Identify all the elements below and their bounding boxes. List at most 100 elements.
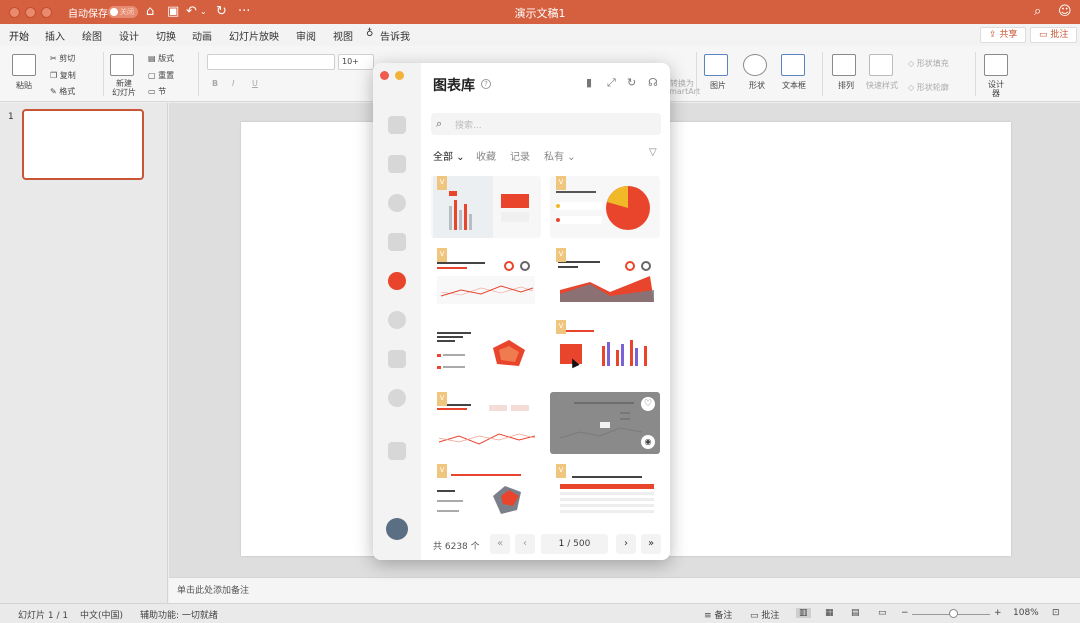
designer-icon[interactable] [984, 54, 1008, 76]
normal-view-icon[interactable]: ▥ [796, 608, 811, 618]
toolbox-icon[interactable] [388, 442, 406, 460]
shape-outline-button[interactable]: ◇ 形状轮廓 [908, 82, 949, 93]
brush-icon[interactable] [388, 389, 406, 407]
photo-icon[interactable] [388, 350, 406, 368]
fit-to-window-icon[interactable]: ⊡ [1052, 608, 1060, 618]
reading-view-icon[interactable]: ▤ [851, 608, 860, 618]
expand-icon[interactable]: ⤢ [607, 76, 616, 90]
font-family-select[interactable] [207, 54, 335, 70]
tell-me[interactable]: 告诉我 [380, 28, 410, 43]
new-slide-icon[interactable] [110, 54, 134, 76]
prev-page-button[interactable]: ‹ [515, 534, 535, 554]
template-card[interactable]: V [550, 320, 660, 382]
cut-button[interactable]: ✂ 剪切 [50, 53, 75, 64]
avatar[interactable] [386, 518, 408, 540]
palette-icon[interactable] [388, 194, 406, 212]
layout-icon[interactable] [388, 233, 406, 251]
zoom-slider-handle[interactable] [949, 609, 958, 618]
zoom-out-icon[interactable]: − [901, 608, 909, 618]
slide-sorter-icon[interactable]: ▦ [825, 608, 834, 618]
refresh-icon[interactable]: ↻ [627, 76, 636, 89]
panel-minimize-button[interactable] [395, 71, 404, 80]
slideshow-icon[interactable]: ▭ [878, 608, 887, 618]
tab-review[interactable]: 审阅 [296, 28, 316, 43]
filter-all[interactable]: 全部 ⌄ [433, 148, 465, 163]
filter-favorites[interactable]: 收藏 [476, 148, 496, 163]
template-card[interactable]: V [550, 464, 660, 526]
tab-design[interactable]: 设计 [119, 28, 139, 43]
paste-label: 粘贴 [16, 81, 32, 90]
search-icon[interactable]: ⌕ [1034, 4, 1041, 20]
layout-button[interactable]: ▤ 版式 [148, 53, 174, 64]
template-thumbnail [437, 332, 525, 369]
image-card-icon[interactable] [388, 155, 406, 173]
tab-slideshow[interactable]: 幻灯片放映 [229, 28, 279, 43]
help-icon[interactable]: ? [481, 79, 491, 89]
pin-icon[interactable]: ▮ [586, 76, 592, 89]
comments-toggle[interactable]: ▭ 批注 [750, 608, 779, 621]
chart-library-sidebar [373, 63, 421, 560]
last-page-button[interactable]: » [641, 534, 661, 554]
slide-thumbnail[interactable] [22, 109, 144, 180]
tab-view[interactable]: 视图 [333, 28, 353, 43]
zoom-in-icon[interactable]: + [994, 608, 1002, 618]
tab-animations[interactable]: 动画 [192, 28, 212, 43]
pagination-bar: 共 6238 个 « ‹ 1 / 500 › » [421, 530, 670, 560]
page-indicator[interactable]: 1 / 500 [541, 534, 608, 554]
filter-private[interactable]: 私有 ⌄ [544, 148, 576, 163]
template-card[interactable] [431, 320, 541, 382]
pie-chart-icon[interactable] [388, 272, 406, 290]
textbox-icon[interactable] [781, 54, 805, 76]
preview-eye-icon[interactable]: ◉ [641, 435, 655, 449]
tab-draw[interactable]: 绘图 [82, 28, 102, 43]
accessibility-status[interactable]: 辅助功能: 一切就绪 [140, 608, 218, 621]
tab-transitions[interactable]: 切换 [156, 28, 176, 43]
shape-fill-button[interactable]: ◇ 形状填充 [908, 58, 949, 69]
template-card[interactable]: V [431, 176, 541, 238]
search-input[interactable]: ⌕ 搜索... [431, 113, 661, 135]
template-card[interactable]: V [550, 248, 660, 310]
italic-button[interactable]: I [232, 79, 234, 88]
quick-styles-icon[interactable] [869, 54, 893, 76]
template-card[interactable]: V [431, 248, 541, 310]
share-button[interactable]: ⇪ 共享 [980, 27, 1027, 43]
copy-button[interactable]: ❐ 复制 [50, 70, 76, 81]
notes-pane[interactable]: 单击此处添加备注 [169, 577, 1080, 603]
filter-funnel-icon[interactable]: ▽ [649, 147, 657, 158]
paste-icon[interactable] [12, 54, 36, 76]
zoom-level[interactable]: 108% [1013, 608, 1039, 618]
account-icon[interactable]: ☺ [1058, 4, 1072, 20]
favorite-heart-icon[interactable]: ♡ [641, 397, 655, 411]
font-size-select[interactable]: 10+ [338, 54, 374, 70]
section-button[interactable]: ▭ 节 [148, 86, 166, 97]
comments-toggle-label: 批注 [761, 611, 780, 621]
notes-toggle[interactable]: ≡ 备注 [704, 608, 732, 621]
filter-history[interactable]: 记录 [510, 148, 530, 163]
template-thumbnail [558, 261, 654, 302]
tab-home[interactable]: 开始 [9, 28, 29, 48]
shape-icon[interactable] [743, 54, 767, 76]
format-painter-button[interactable]: ✎ 格式 [50, 86, 75, 97]
bold-button[interactable]: B [212, 79, 218, 88]
reset-button[interactable]: ▢ 重置 [148, 70, 174, 81]
template-card-hovered[interactable]: ♡ ◉ [550, 392, 660, 454]
next-page-button[interactable]: › [616, 534, 636, 554]
comments-button[interactable]: ▭ 批注 [1030, 27, 1078, 43]
first-page-button[interactable]: « [490, 534, 510, 554]
underline-button[interactable]: U [252, 79, 258, 88]
template-card[interactable]: V [431, 464, 541, 526]
template-card[interactable]: V [550, 176, 660, 238]
video-icon[interactable] [388, 116, 406, 134]
language-status[interactable]: 中文(中国) [80, 608, 123, 621]
panel-close-button[interactable] [380, 71, 389, 80]
template-card[interactable]: V [431, 392, 541, 454]
status-bar: 幻灯片 1 / 1 中文(中国) 辅助功能: 一切就绪 ≡ 备注 ▭ 批注 ▥ … [0, 603, 1080, 623]
brand-icon[interactable]: ☊ [648, 76, 658, 89]
template-thumbnail [437, 261, 535, 304]
picture-icon[interactable] [704, 54, 728, 76]
vip-badge: V [556, 464, 566, 478]
ribbon-tabs: 开始 插入 绘图 设计 切换 动画 幻灯片放映 审阅 视图 ♁ 告诉我 ⇪ 共享… [0, 24, 1080, 48]
arrange-icon[interactable] [832, 54, 856, 76]
tab-insert[interactable]: 插入 [45, 28, 65, 43]
sticker-icon[interactable] [388, 311, 406, 329]
